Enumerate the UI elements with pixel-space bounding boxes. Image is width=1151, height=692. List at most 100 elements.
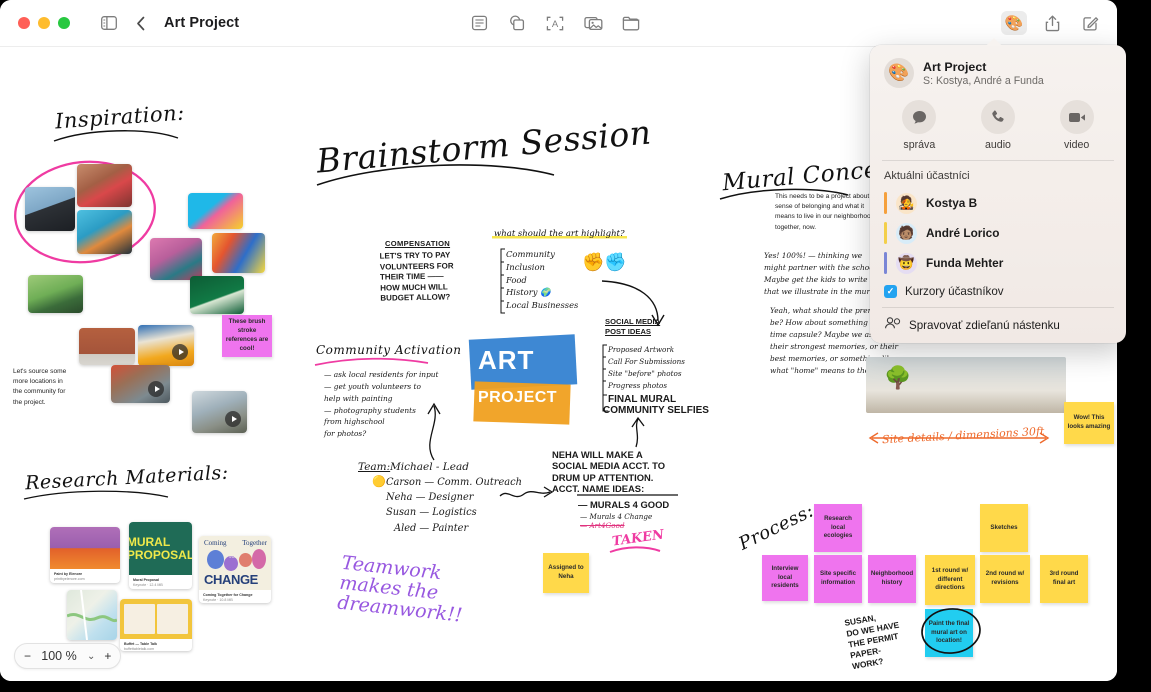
back-chevron-icon[interactable] — [128, 11, 154, 35]
participants-section-title: Aktuálni účastníci — [884, 170, 970, 182]
card-display-text: MURAL PROPOSAL — [129, 534, 192, 562]
shapes-icon[interactable] — [504, 11, 530, 35]
photo-thumbnail[interactable] — [28, 275, 83, 313]
participant-cursors-checkbox-row[interactable]: ✓ Kurzory účastníkov — [870, 278, 1126, 307]
minimize-button[interactable] — [38, 17, 50, 29]
research-card-map[interactable] — [67, 590, 117, 640]
participant-name: André Lorico — [926, 226, 1000, 240]
research-card-change[interactable]: Coming Together for CHANGE Coming Togethe… — [199, 536, 271, 603]
social-item: Progress photos — [608, 380, 668, 390]
photo-thumbnail[interactable] — [25, 187, 75, 231]
zoom-control[interactable]: − 100 % ⌄ + — [14, 643, 122, 669]
zoom-chevron-icon[interactable]: ⌄ — [87, 651, 95, 662]
audio-action-button[interactable]: audio — [967, 100, 1029, 151]
arrow-up-right — [631, 417, 645, 448]
social-item: Proposed Artwork — [608, 345, 675, 354]
research-card-paint[interactable]: Paint by Elenore printbyelenore.com — [50, 527, 120, 583]
sticky-note-process[interactable]: 3rd round final art — [1040, 555, 1088, 603]
text-box-icon[interactable]: A — [542, 11, 568, 35]
photo-thumbnail[interactable] — [212, 233, 265, 273]
card-meta: Mural Proposal Keynote · 12.4 MB — [129, 575, 192, 589]
team-members: Carson — Comm. Outreach Neha — Designer … — [386, 475, 522, 536]
art-project-logo[interactable]: ART PROJECT — [468, 334, 580, 432]
collaboration-icon[interactable]: 🎨 — [1001, 11, 1027, 35]
arrow-up — [427, 402, 441, 461]
zoom-out-button[interactable]: − — [24, 649, 31, 663]
play-icon[interactable] — [172, 344, 188, 360]
video-thumbnail-building[interactable] — [138, 325, 194, 366]
compensation-heading: COMPENSATION — [385, 239, 451, 248]
photo-thumbnail[interactable] — [188, 193, 243, 229]
media-icon[interactable] — [580, 11, 606, 35]
photo-thumbnail-brick[interactable] — [79, 328, 135, 365]
participant-name: Kostya B — [926, 196, 978, 210]
sticky-note-assigned-neha[interactable]: Assigned to Neha — [543, 553, 589, 593]
note-icon[interactable] — [466, 11, 492, 35]
checkbox-checked-icon[interactable]: ✓ — [884, 285, 897, 298]
fist-emoji-orange: ✊ — [582, 252, 605, 272]
photo-thumbnail[interactable] — [77, 210, 132, 254]
research-card-mural-proposal[interactable]: MURAL PROPOSAL Mural Proposal Keynote · … — [129, 522, 192, 589]
compose-icon[interactable] — [1077, 11, 1103, 35]
video-thumbnail-street[interactable] — [111, 365, 170, 403]
avatar: 🧑‍🎤 — [896, 192, 917, 214]
research-card-buffet[interactable]: Buffet — Table Talk buffettabletalk.com — [120, 599, 192, 651]
sticky-note-process[interactable]: Neighborhood history — [868, 555, 916, 603]
sticky-note-process[interactable]: 2nd round w/ revisions — [980, 555, 1030, 603]
share-icon[interactable] — [1039, 11, 1065, 35]
play-icon[interactable] — [225, 411, 241, 427]
brainstorm-underline — [316, 164, 555, 186]
manage-board-label: Spravovať zdieľanú nástenku — [909, 319, 1060, 332]
play-icon[interactable] — [148, 381, 164, 397]
sticky-note-brush-refs[interactable]: These brush stroke references are cool! — [222, 315, 272, 357]
video-action-label: video — [1063, 139, 1090, 151]
zoom-level-value: 100 % — [41, 649, 77, 663]
sticky-note-process[interactable]: Site specific information — [814, 555, 862, 603]
arrow-curve — [601, 280, 665, 327]
sidebar-toggle-icon[interactable] — [96, 11, 122, 35]
participant-row[interactable]: 🧑‍🎤 Kostya B — [870, 188, 1126, 218]
sticky-note-process[interactable]: Interview local residents — [762, 555, 808, 601]
file-icon[interactable] — [618, 11, 644, 35]
team-member: Aled — Painter — [394, 522, 469, 534]
project-label: PROJECT — [478, 389, 558, 406]
smiley-sticker: 🟡 — [372, 476, 386, 488]
highlight-item: History 🌍 — [506, 287, 551, 298]
process-heading: Process: — [735, 500, 818, 555]
photo-thumbnail[interactable] — [150, 238, 202, 280]
manage-board-row[interactable]: Spravovať zdieľanú nástenku — [870, 308, 1126, 337]
participant-color-bar — [884, 192, 887, 214]
sticky-note-wow[interactable]: Wow! This looks amazing — [1064, 402, 1114, 444]
video-thumbnail-person[interactable] — [192, 391, 247, 433]
zoom-in-button[interactable]: + — [104, 649, 111, 663]
card-meta: Coming Together for Change Keynote · 10.… — [199, 590, 271, 603]
source-locations-note[interactable]: Let's source some more locations in the … — [13, 367, 103, 408]
card-sub: printbyelenore.com — [54, 577, 85, 582]
photo-thumbnail[interactable] — [190, 276, 244, 314]
inspiration-underline — [53, 130, 179, 142]
sticky-note-process[interactable]: Research local ecologies — [814, 504, 862, 552]
popover-title: Art Project — [923, 59, 987, 74]
card-display-bottom: CHANGE — [204, 572, 258, 587]
sticky-note-process[interactable]: 1st round w/ different directions — [925, 555, 975, 605]
photo-thumbnail[interactable] — [77, 164, 132, 207]
participant-row[interactable]: 🧑🏽 André Lorico — [870, 218, 1126, 248]
manage-board-icon — [884, 316, 901, 335]
participant-row[interactable]: 🤠 Funda Mehter — [870, 248, 1126, 278]
activation-underline — [314, 357, 429, 366]
team-lead: Michael - Lead — [390, 461, 469, 473]
close-button[interactable] — [18, 17, 30, 29]
acct-idea: — MURALS 4 GOOD — [578, 499, 670, 510]
message-action-button[interactable]: správa — [888, 100, 950, 151]
card-display-top: Coming — [204, 539, 227, 547]
message-action-label: správa — [903, 139, 936, 151]
video-action-button[interactable]: video — [1046, 100, 1108, 151]
zoom-button[interactable] — [58, 17, 70, 29]
palette-icon: 🎨 — [884, 58, 914, 88]
card-meta: Buffet — Table Talk buffettabletalk.com — [120, 639, 192, 651]
participant-color-bar — [884, 222, 887, 244]
center-toolbar: A — [466, 11, 644, 35]
sticky-note-process[interactable]: Sketches — [980, 504, 1028, 552]
teamwork-quote: Teamwork makes the dreamwork!! — [336, 551, 464, 627]
highlight-item: Local Businesses — [506, 300, 579, 311]
